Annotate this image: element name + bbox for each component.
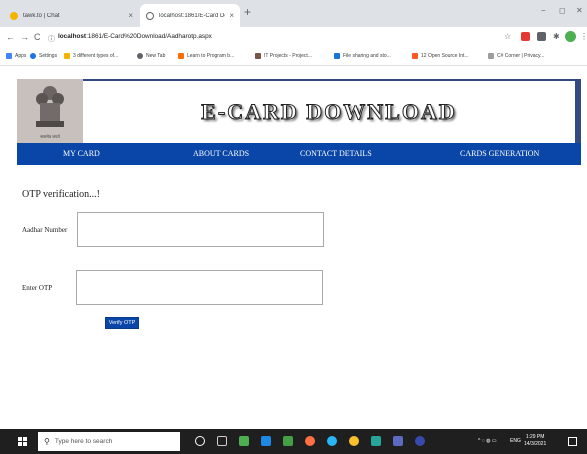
site-banner: E-CARD DOWNLOAD xyxy=(83,79,581,143)
tab-tawk-chat[interactable]: tawk.to | Chat × xyxy=(4,4,139,27)
globe-icon xyxy=(146,11,154,20)
firefox-icon[interactable] xyxy=(305,436,315,446)
apps-grid-icon xyxy=(6,53,12,59)
bookmarks-bar: Apps Settings 3 different types of... Ne… xyxy=(0,49,587,66)
taskbar-search[interactable]: ⚲ Type here to search xyxy=(38,432,180,451)
bookmark-favicon-icon xyxy=(64,53,70,59)
search-icon: ⚲ xyxy=(44,437,50,446)
aadhar-label: Aadhar Number xyxy=(22,226,68,234)
edge-icon[interactable] xyxy=(327,436,337,446)
tab-label: localhost:1861/E-Card Download xyxy=(159,12,225,19)
minimize-button[interactable]: − xyxy=(541,6,546,15)
emblem-caption: सत्यमेव जयते xyxy=(40,134,60,139)
back-button[interactable]: ← xyxy=(6,32,15,42)
bookmark-favicon-icon xyxy=(412,53,418,59)
aadhar-number-input[interactable] xyxy=(77,212,324,247)
bookmark-favicon-icon xyxy=(178,53,184,59)
menu-dots-icon[interactable]: ⋮ xyxy=(580,32,587,41)
app-icon[interactable] xyxy=(261,436,271,446)
otp-label: Enter OTP xyxy=(22,284,53,292)
bookmark-item[interactable]: C# Corner | Privacy... xyxy=(488,53,544,59)
tray-icons[interactable]: ^ ◌ ◍ ▭ xyxy=(478,438,497,444)
url-host: localhost xyxy=(58,33,87,40)
cortana-icon[interactable] xyxy=(195,436,205,446)
extensions-puzzle-icon[interactable]: ✱ xyxy=(553,32,560,41)
tab-label: tawk.to | Chat xyxy=(23,12,60,19)
close-tab-icon[interactable]: × xyxy=(128,11,133,20)
task-view-icon[interactable] xyxy=(217,436,227,446)
bookmark-favicon-icon xyxy=(255,53,261,59)
extension-icon[interactable] xyxy=(521,32,530,41)
reload-button[interactable]: C xyxy=(34,32,41,42)
bookmark-item[interactable]: 12 Open Source Int... xyxy=(412,53,469,59)
url-field[interactable]: localhost:1861/E-Card%20Download/Aadharo… xyxy=(58,33,212,40)
nav-cards-generation[interactable]: CARDS GENERATION xyxy=(460,149,539,158)
bookmark-favicon-icon xyxy=(488,53,494,59)
address-bar-row: ← → C ⓘ localhost:1861/E-Card%20Download… xyxy=(0,27,587,49)
verify-otp-button[interactable]: Verify OTP xyxy=(105,317,139,329)
app-icon[interactable] xyxy=(393,436,403,446)
close-tab-icon[interactable]: × xyxy=(229,11,234,20)
app-icon[interactable] xyxy=(415,436,425,446)
bookmark-star-icon[interactable]: ☆ xyxy=(504,32,511,41)
profile-avatar[interactable] xyxy=(565,31,576,42)
bookmark-settings[interactable]: Settings xyxy=(30,53,57,59)
emblem-icon xyxy=(36,86,64,127)
tab-ecard-download[interactable]: localhost:1861/E-Card Download × xyxy=(140,4,240,27)
clock-time: 1:29 PM xyxy=(525,434,545,440)
bookmark-item[interactable]: 3 different types of... xyxy=(64,53,118,59)
bookmark-item[interactable]: File sharing and sto... xyxy=(334,53,391,59)
nav-my-card[interactable]: MY CARD xyxy=(63,149,100,158)
nav-about-cards[interactable]: ABOUT CARDS xyxy=(193,149,249,158)
taskbar-clock[interactable]: 1:29 PM 14/3/2021 xyxy=(524,434,546,448)
new-tab-button[interactable]: + xyxy=(244,5,251,19)
windows-start-icon[interactable] xyxy=(18,437,27,446)
bookmark-apps[interactable]: Apps xyxy=(6,53,26,59)
site-info-icon[interactable]: ⓘ xyxy=(48,34,55,44)
close-window-button[interactable]: ✕ xyxy=(576,6,583,15)
globe-icon xyxy=(137,53,143,59)
bookmark-item[interactable]: New Tab xyxy=(137,53,165,59)
browser-tab-strip: tawk.to | Chat × localhost:1861/E-Card D… xyxy=(0,0,587,27)
search-placeholder: Type here to search xyxy=(54,438,113,445)
notification-icon[interactable] xyxy=(568,437,577,446)
nav-contact-details[interactable]: CONTACT DETAILS xyxy=(300,149,372,158)
app-icon[interactable] xyxy=(283,436,293,446)
windows-taskbar: ⚲ Type here to search ^ ◌ ◍ ▭ ENG 1:29 P… xyxy=(0,429,587,454)
form-title: OTP verification...! xyxy=(22,189,100,200)
tawk-favicon-icon xyxy=(10,11,18,20)
maximize-button[interactable]: ◻ xyxy=(559,6,566,15)
bookmark-item[interactable]: IT Projects - Project... xyxy=(255,53,312,59)
otp-input[interactable] xyxy=(76,270,323,305)
bookmark-item[interactable]: Learn to Program b... xyxy=(178,53,234,59)
bookmark-favicon-icon xyxy=(334,53,340,59)
main-nav: MY CARD ABOUT CARDS CONTACT DETAILS CARD… xyxy=(17,143,581,165)
language-indicator[interactable]: ENG xyxy=(510,438,521,444)
extension-icon[interactable] xyxy=(537,32,546,41)
site-title: E-CARD DOWNLOAD xyxy=(201,99,457,125)
forward-button[interactable]: → xyxy=(20,32,29,42)
app-icon[interactable] xyxy=(239,436,249,446)
gear-icon xyxy=(30,53,36,59)
url-path: :1861/E-Card%20Download/Aadharotp.aspx xyxy=(86,33,212,40)
chrome-icon[interactable] xyxy=(349,436,359,446)
national-emblem-logo: सत्यमेव जयते xyxy=(17,79,83,143)
clock-date: 14/3/2021 xyxy=(524,441,547,447)
app-icon[interactable] xyxy=(371,436,381,446)
